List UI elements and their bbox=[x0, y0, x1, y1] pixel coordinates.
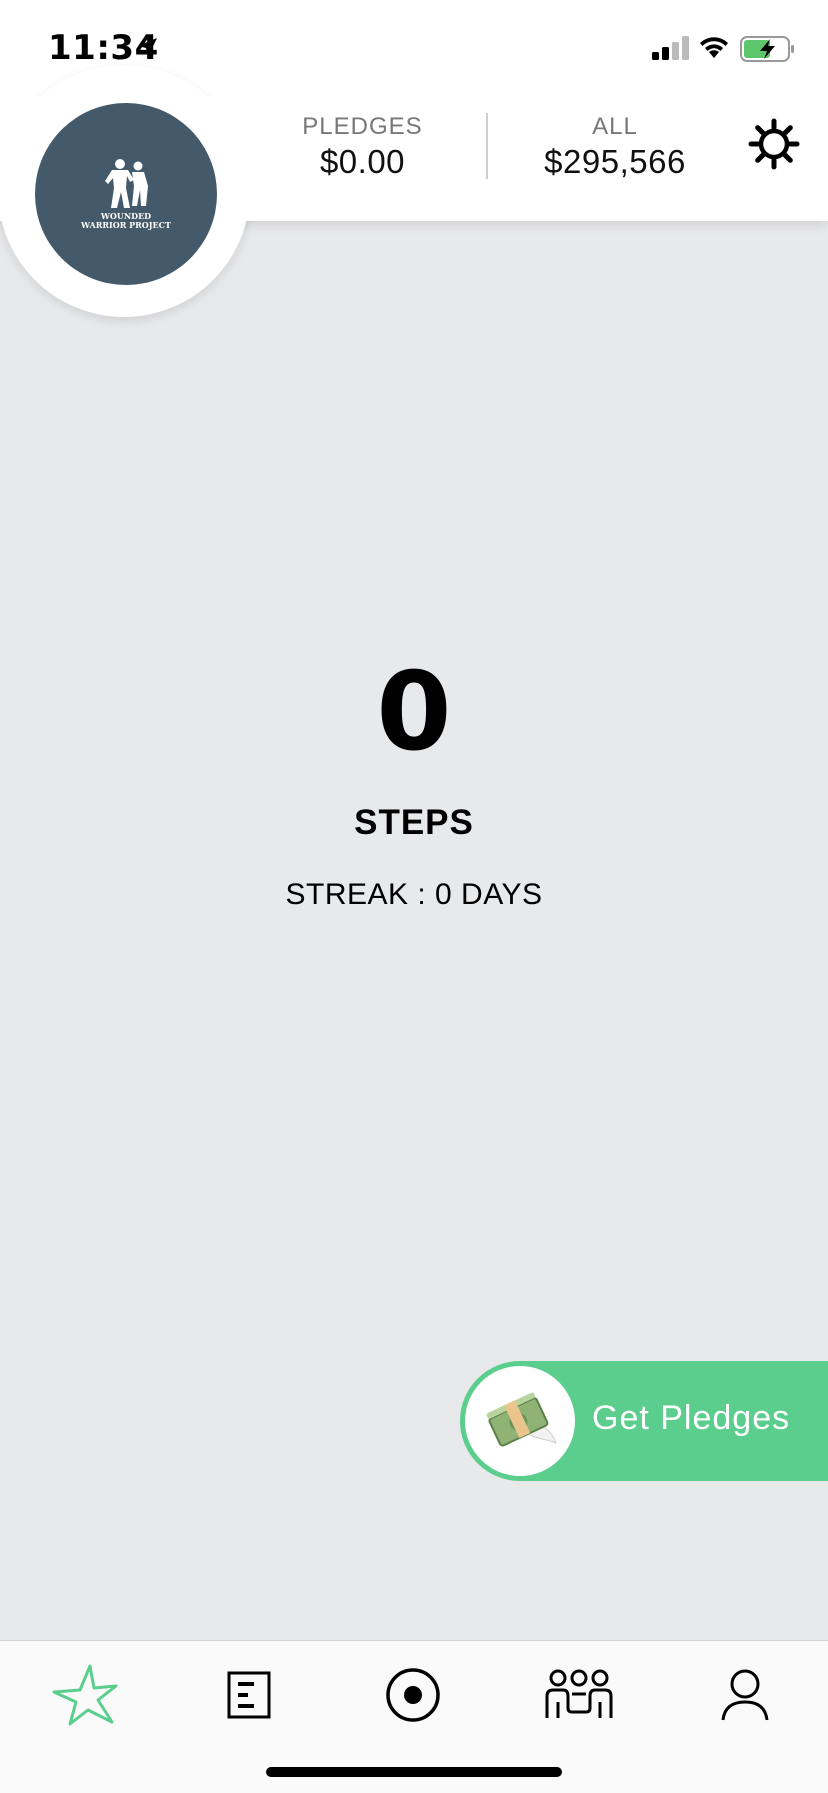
all-stat: ALL $295,566 bbox=[525, 113, 705, 181]
logo-text: WOUNDED WARRIOR PROJECT bbox=[81, 211, 171, 230]
tab-feed[interactable] bbox=[204, 1655, 294, 1735]
get-pledges-button[interactable]: $ Get Pledges bbox=[460, 1361, 828, 1481]
burst-icon bbox=[52, 1664, 118, 1726]
streak-text: STREAK : 0 DAYS bbox=[285, 878, 543, 911]
team-icon bbox=[545, 1669, 613, 1718]
location-arrow-icon bbox=[138, 38, 157, 57]
get-pledges-label: Get Pledges bbox=[592, 1399, 791, 1437]
pledge-icon-circle: $ bbox=[465, 1366, 575, 1476]
profile-icon bbox=[721, 1669, 769, 1721]
wifi-icon bbox=[700, 37, 728, 58]
home-indicator bbox=[266, 1767, 562, 1777]
document-list-icon bbox=[227, 1671, 271, 1719]
gear-icon[interactable] bbox=[748, 118, 800, 170]
pledges-stat: PLEDGES $0.00 bbox=[290, 113, 435, 181]
tab-bar bbox=[0, 1640, 828, 1793]
pledges-label: PLEDGES bbox=[302, 113, 423, 140]
steps-label: STEPS bbox=[354, 803, 474, 842]
battery-charging-icon bbox=[740, 36, 794, 62]
record-target-icon bbox=[386, 1668, 440, 1722]
tab-teams[interactable] bbox=[534, 1655, 624, 1735]
header-divider bbox=[486, 113, 488, 179]
tab-record[interactable] bbox=[368, 1655, 458, 1735]
tab-profile[interactable] bbox=[700, 1655, 790, 1735]
all-value: $295,566 bbox=[544, 143, 686, 180]
cellular-signal-icon bbox=[652, 36, 689, 60]
tab-home[interactable] bbox=[40, 1655, 130, 1735]
all-label: ALL bbox=[592, 113, 638, 140]
charity-logo[interactable]: WOUNDED WARRIOR PROJECT bbox=[35, 103, 217, 285]
wounded-warrior-icon bbox=[105, 159, 148, 208]
steps-count: 0 bbox=[376, 650, 452, 775]
pledges-value: $0.00 bbox=[319, 143, 406, 180]
money-with-wings-icon: $ bbox=[486, 1392, 557, 1447]
